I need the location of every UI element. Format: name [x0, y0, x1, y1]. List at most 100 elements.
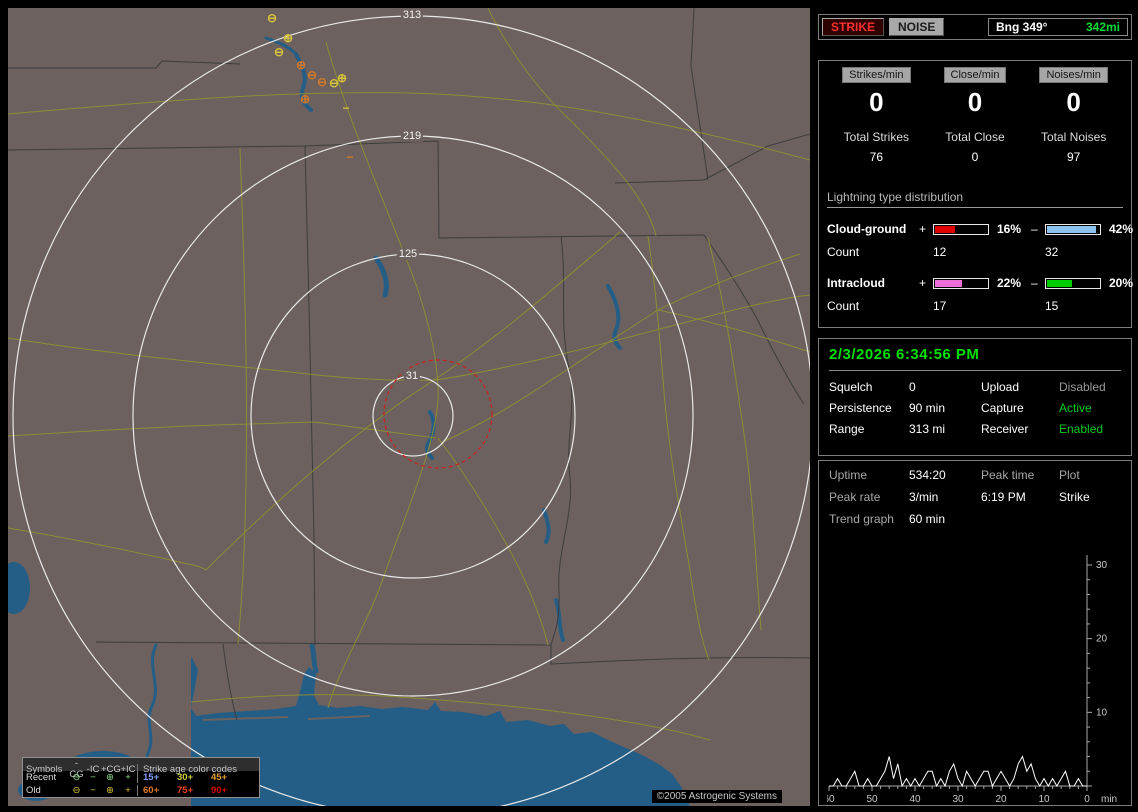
- plus-count: 12: [933, 245, 993, 259]
- nexstorm-window: 31321912531 ⊖⊕⊖⊕⊖⊖⊖⊕⊕−− Symbols-CG-IC+CG…: [0, 0, 1138, 812]
- state-borders: [8, 8, 810, 720]
- legend-age-code: 30+: [177, 772, 211, 783]
- range-ring-label: 125: [397, 248, 419, 260]
- strike-symbol: ⊖: [307, 69, 317, 81]
- session-grid: Uptime 534:20 Peak time Plot Peak rate 3…: [829, 468, 1121, 526]
- rate-column: Close/min 0 Total Close 0: [926, 67, 1025, 164]
- distribution-type-label: Cloud-ground: [827, 222, 919, 236]
- map-canvas: [8, 8, 810, 806]
- count-label: Count: [827, 245, 919, 259]
- svg-text:30: 30: [952, 794, 964, 805]
- statistics-box: Strikes/min 0 Total Strikes 76 Close/min…: [818, 60, 1132, 328]
- copyright-credit: ©2005 Astrogenic Systems: [652, 790, 782, 803]
- legend-age-code: 75+: [177, 785, 211, 796]
- rate-column: Noises/min 0 Total Noises 97: [1024, 67, 1123, 164]
- indicator-bar: STRIKE NOISE Bng 349° 342mi: [818, 14, 1132, 40]
- legend-header-row: Symbols-CG-IC+CG+ICStrike age color code…: [23, 758, 259, 771]
- svg-text:40: 40: [909, 794, 921, 805]
- count-label: Count: [827, 299, 919, 313]
- strike-symbol: ⊕: [337, 72, 347, 84]
- rate-value: 0: [926, 87, 1025, 118]
- device-state: Disabled: [1059, 380, 1121, 394]
- legend-age-code: 60+: [137, 785, 177, 796]
- minus-percent: 42%: [1105, 222, 1138, 236]
- setting-value: 0: [909, 380, 981, 394]
- legend-symbol-glyph: −: [85, 772, 101, 783]
- strike-symbol: ⊕: [300, 93, 310, 105]
- svg-text:30: 30: [1096, 560, 1108, 571]
- legend-row-label: Old: [26, 785, 68, 796]
- legend-age-code: 45+: [211, 772, 245, 783]
- svg-text:0: 0: [1084, 794, 1090, 805]
- plus-percent: 22%: [993, 276, 1031, 290]
- strike-symbol: −: [342, 102, 349, 114]
- trend-window-value: 60 min: [909, 512, 981, 526]
- noise-indicator-button[interactable]: NOISE: [889, 18, 944, 36]
- minus-sign: –: [1031, 276, 1045, 290]
- legend-row: Old⊖−⊕+60+75+90+: [23, 784, 259, 797]
- setting-key: Persistence: [829, 401, 909, 415]
- count-row: Count 12 32: [827, 240, 1123, 264]
- count-row: Count 17 15: [827, 294, 1123, 318]
- uptime-label: Uptime: [829, 468, 909, 482]
- legend-symbol-glyph: ⊖: [68, 772, 85, 783]
- legend-symbol-glyph: ⊖: [68, 785, 85, 796]
- rate-value: 0: [1024, 87, 1123, 118]
- minus-bar: [1045, 224, 1101, 235]
- setting-value: 313 mi: [909, 422, 981, 436]
- bearing-value: Bng 349°: [996, 20, 1047, 34]
- legend-age-code: 15+: [137, 772, 177, 783]
- minus-count: 15: [1045, 299, 1105, 313]
- legend-symbol-glyph: ⊕: [101, 785, 119, 796]
- trend-graph-label: Trend graph: [829, 512, 909, 526]
- total-label: Total Close: [926, 130, 1025, 144]
- svg-text:10: 10: [1096, 707, 1108, 718]
- alarm-zone-circle: [384, 360, 492, 468]
- plus-bar: [933, 278, 989, 289]
- total-label: Total Strikes: [827, 130, 926, 144]
- minus-percent: 20%: [1105, 276, 1138, 290]
- total-value: 76: [827, 150, 926, 164]
- distribution-row: Intracloud + 22% – 20%: [827, 272, 1123, 294]
- setting-value: 90 min: [909, 401, 981, 415]
- rate-columns: Strikes/min 0 Total Strikes 76 Close/min…: [827, 67, 1123, 164]
- svg-text:60: 60: [827, 794, 835, 805]
- legend-row: Recent⊖−⊕+15+30+45+: [23, 771, 259, 784]
- peak-time-value: 6:19 PM: [981, 490, 1059, 504]
- minus-bar: [1045, 278, 1101, 289]
- legend-age-code: 90+: [211, 785, 245, 796]
- range-ring-label: 31: [404, 370, 420, 382]
- rate-column: Strikes/min 0 Total Strikes 76: [827, 67, 926, 164]
- svg-text:min: min: [1101, 794, 1117, 805]
- divider: [829, 370, 1121, 371]
- range-ring-label: 313: [401, 9, 423, 21]
- distribution-type-label: Intracloud: [827, 276, 919, 290]
- strike-indicator-button[interactable]: STRIKE: [822, 18, 884, 36]
- plot-label: Plot: [1059, 468, 1121, 482]
- trend-series-line: [829, 757, 1087, 787]
- peak-time-label: Peak time: [981, 468, 1059, 482]
- lightning-map[interactable]: 31321912531 ⊖⊕⊖⊕⊖⊖⊖⊕⊕−− Symbols-CG-IC+CG…: [8, 8, 810, 806]
- peak-rate-value: 3/min: [909, 490, 981, 504]
- symbol-legend: Symbols-CG-IC+CG+ICStrike age color code…: [22, 757, 260, 798]
- strike-symbol: ⊖: [267, 12, 277, 24]
- setting-key: Squelch: [829, 380, 909, 394]
- strike-symbol: −: [346, 151, 353, 163]
- strike-symbol: ⊖: [317, 76, 327, 88]
- total-value: 97: [1024, 150, 1123, 164]
- svg-text:20: 20: [995, 794, 1007, 805]
- device-state: Active: [1059, 401, 1121, 415]
- clock-settings-box: 2/3/2026 6:34:56 PM Squelch 0 Upload Dis…: [818, 338, 1132, 456]
- legend-symbol-glyph: −: [85, 785, 101, 796]
- device-state: Enabled: [1059, 422, 1121, 436]
- status-panel: STRIKE NOISE Bng 349° 342mi Strikes/min …: [818, 8, 1132, 806]
- plus-percent: 16%: [993, 222, 1031, 236]
- legend-symbol-glyph: +: [119, 785, 137, 796]
- rate-value: 0: [827, 87, 926, 118]
- peak-rate-label: Peak rate: [829, 490, 909, 504]
- rate-chip: Strikes/min: [842, 67, 910, 83]
- plus-count: 17: [933, 299, 993, 313]
- bearing-distance: 342mi: [1086, 20, 1120, 34]
- legend-symbol-glyph: +: [119, 772, 137, 783]
- plus-bar: [933, 224, 989, 235]
